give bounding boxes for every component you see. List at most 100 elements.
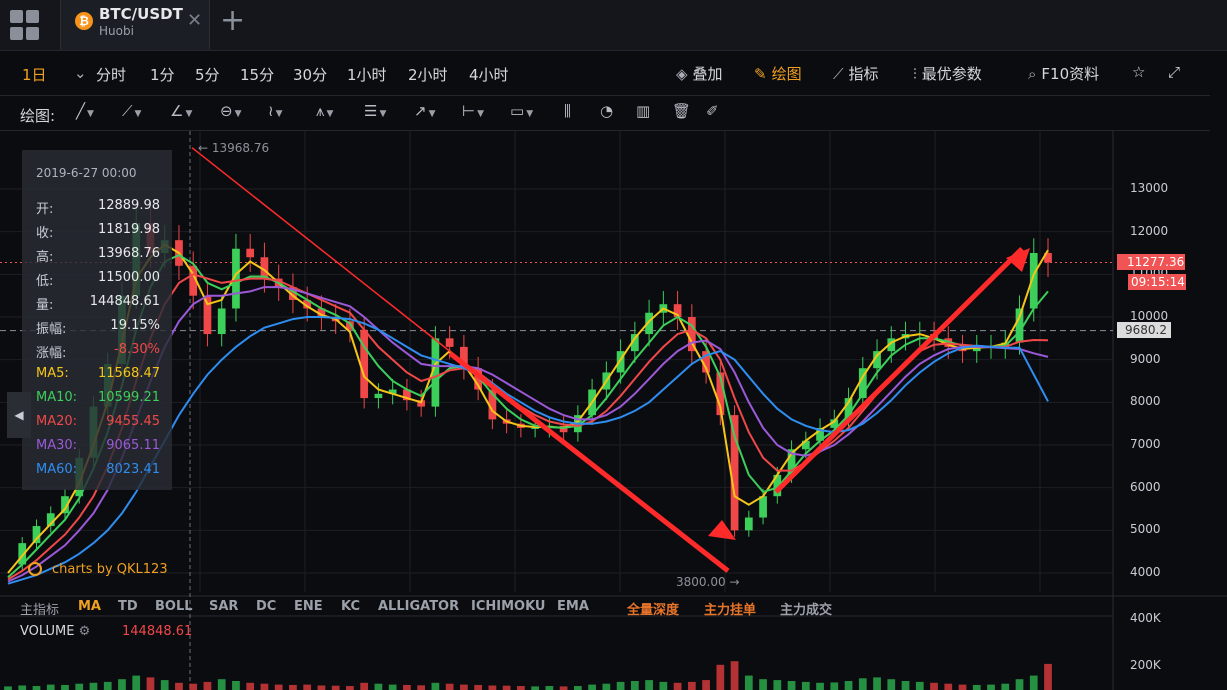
volume-bar [474,684,483,690]
indicator-extra[interactable]: 主力挂单 [704,599,756,618]
indicator-bar: 主指标 MA TD BOLL SAR DC ENE KC ALLIGATOR ICHIMOKU EM… [0,596,1113,618]
volume-bar [4,686,12,690]
volume-bar [260,683,269,690]
volume-bar [830,682,839,690]
reference-price-tag: 9680.2 [1117,322,1171,338]
y-tick-label: 6000 [1130,479,1161,494]
volume-bar [274,684,283,690]
info-key: 开: [36,202,54,217]
volume-bar [303,684,312,690]
info-value: -8.30% [114,342,160,357]
volume-bar [417,685,426,690]
info-key: 高: [36,250,54,265]
y-tick-label: 12000 [1130,223,1169,238]
indicator-ene[interactable]: ENE [294,599,323,614]
indicator-extra[interactable]: 全量深度 [627,599,679,618]
volume-bar [445,683,454,690]
volume-bar [588,684,596,690]
up-trend-arrow [774,246,1024,494]
volume-bar [573,686,582,690]
volume-bar [517,686,525,690]
info-key: 收: [36,226,54,241]
indicator-ma[interactable]: MA [78,599,101,614]
volume-bar [844,681,853,690]
info-key: MA5: [36,366,69,381]
volume-tick-label: 200K [1130,658,1161,672]
indicator-boll[interactable]: BOLL [155,599,193,614]
volume-bar [431,682,440,690]
info-key: MA20: [36,414,78,429]
volume-bar [1044,663,1052,690]
volume-bar [46,684,55,690]
volume-bar [146,677,155,690]
volume-bar [773,680,782,690]
volume-bar [360,682,369,690]
info-value: 9065.11 [106,438,160,453]
y-tick-label: 7000 [1130,437,1161,451]
gear-icon[interactable]: ⚙ [79,624,91,639]
volume-bar [730,661,739,690]
info-key: 振幅: [36,322,67,337]
volume-bar [1029,675,1038,690]
indicator-td[interactable]: TD [118,599,138,614]
volume-bar [175,682,183,690]
info-value: 8023.41 [106,462,160,477]
volume-bar [246,682,255,690]
info-key: 低: [36,274,54,289]
volume-bar [972,684,981,690]
info-value: 13968.76 [97,246,160,261]
indicator-ema[interactable]: EMA [557,599,589,614]
volume-bar [545,686,554,690]
volume-value: 144848.61 [122,624,193,639]
volume-bar [716,664,725,690]
volume-bar [659,681,668,690]
high-marker-label: ← 13968.76 [198,141,270,155]
volume-tick-label: 400K [1130,611,1161,625]
candle-body [203,295,212,335]
volume-bar [816,682,824,690]
info-value: 144848.61 [89,294,160,309]
volume-bar [403,684,411,690]
indicator-extra[interactable]: 主力成交 [780,599,832,618]
volume-bar [103,681,112,690]
y-tick-label: 13000 [1130,181,1169,195]
volume-bar [132,675,141,690]
volume-bar [944,683,953,690]
volume-bar [374,683,383,690]
indicator-label: 主指标 [20,603,60,618]
brand-watermark: charts by QKL123 [28,562,168,577]
volume-bar [787,681,796,690]
info-value: 19.15% [110,318,160,333]
volume-bar [317,685,326,690]
volume-bar [930,682,938,690]
info-key: MA60: [36,462,78,477]
volume-bar [858,678,867,690]
volume-bar [901,681,910,690]
volume-bar [801,681,810,690]
info-value: 12889.98 [97,198,160,213]
y-tick-label: 8000 [1130,394,1161,409]
volume-bar [189,683,198,690]
indicator-kc[interactable]: KC [341,599,360,614]
volume-bar [488,685,497,690]
volume-bar [217,679,226,690]
volume-bar [32,686,41,690]
info-value: 11568.47 [97,366,160,381]
price-chart[interactable] [0,0,1227,690]
volume-bar [460,684,468,690]
info-value: 11819.98 [97,222,160,237]
info-value: 10599.21 [97,390,160,405]
volume-bar [673,682,682,690]
indicator-alligator[interactable]: ALLIGATOR [378,599,459,614]
volume-bar [331,685,340,690]
indicator-ichimoku[interactable]: ICHIMOKU [471,599,545,614]
low-marker-label: 3800.00 → [676,575,740,589]
indicator-sar[interactable]: SAR [209,599,238,614]
countdown-tag: 09:15:14 [1128,274,1186,290]
collapse-panel-icon[interactable]: ◀ [7,392,31,438]
current-price-tag: 11277.36 [1117,254,1185,270]
volume-bar [502,685,511,690]
info-date: 2019-6-27 00:00 [36,166,137,180]
indicator-dc[interactable]: DC [256,599,276,614]
qkl-logo-icon [28,562,42,576]
